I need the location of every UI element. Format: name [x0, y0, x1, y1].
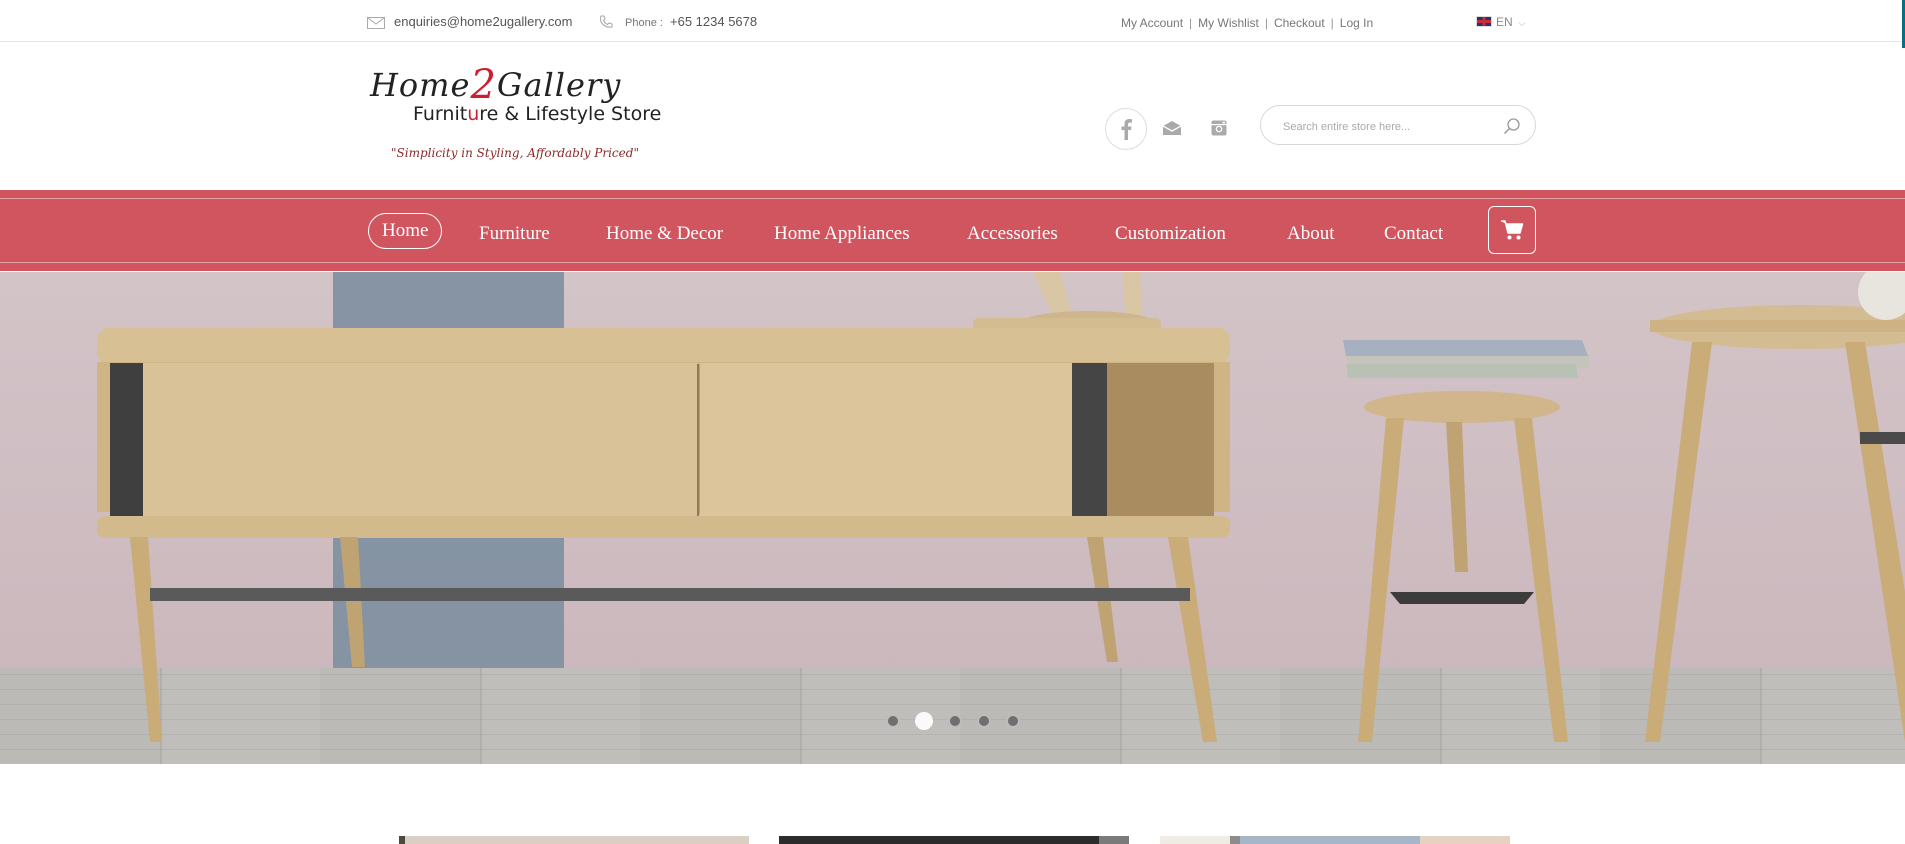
- slider-dot-4[interactable]: [977, 714, 991, 728]
- my-account-link[interactable]: My Account: [1121, 16, 1183, 30]
- nav-accessories[interactable]: Accessories: [967, 217, 1058, 251]
- chevron-down-icon: ⌵: [1518, 18, 1526, 28]
- cart-icon: [1501, 220, 1524, 240]
- account-links: My Account | My Wishlist | Checkout | Log In: [1121, 16, 1374, 30]
- language-code: EN: [1496, 15, 1513, 29]
- slider-dot-1[interactable]: [886, 714, 900, 728]
- contact-email[interactable]: enquiries@home2ugallery.com: [394, 14, 572, 29]
- slider-dot-3[interactable]: [948, 714, 962, 728]
- nav-customization[interactable]: Customization: [1115, 217, 1226, 251]
- cart-button[interactable]: [1488, 206, 1536, 254]
- nav-home-decor[interactable]: Home & Decor: [606, 217, 723, 251]
- featured-thumbnail-2[interactable]: [779, 836, 1129, 844]
- facebook-icon[interactable]: [1105, 108, 1147, 150]
- main-navigation: Home Furniture Home & Decor Home Applian…: [0, 190, 1905, 271]
- logo-subtitle: Furniture & Lifestyle Store: [413, 103, 662, 125]
- top-bar: enquiries@home2ugallery.com Phone : +65 …: [0, 0, 1905, 48]
- search-icon[interactable]: [1503, 117, 1521, 135]
- slider-dot-5[interactable]: [1006, 714, 1020, 728]
- phone-number: +65 1234 5678: [670, 14, 758, 29]
- phone-label: Phone :: [625, 17, 663, 29]
- logo-wordmark: Home2Gallery: [370, 62, 622, 108]
- nav-furniture[interactable]: Furniture: [479, 217, 550, 251]
- site-logo[interactable]: Home2Gallery Furniture & Lifestyle Store…: [368, 56, 668, 168]
- nav-home[interactable]: Home: [368, 213, 443, 249]
- search-input[interactable]: [1281, 116, 1495, 138]
- hero-image: [97, 272, 1905, 742]
- envelope-icon: [367, 17, 385, 29]
- featured-thumbnail-3[interactable]: [1160, 836, 1510, 844]
- search-box: [1260, 105, 1536, 145]
- phone-icon: [599, 15, 613, 28]
- checkout-link[interactable]: Checkout: [1274, 16, 1325, 30]
- logo-tagline: "Simplicity in Styling, Affordably Price…: [391, 146, 639, 160]
- language-selector[interactable]: EN ⌵: [1476, 15, 1526, 29]
- my-wishlist-link[interactable]: My Wishlist: [1198, 16, 1259, 30]
- nav-contact[interactable]: Contact: [1384, 217, 1443, 251]
- featured-thumbnail-1[interactable]: [399, 836, 749, 844]
- login-link[interactable]: Log In: [1340, 16, 1373, 30]
- uk-flag-icon: [1476, 16, 1492, 27]
- mail-icon[interactable]: [1152, 108, 1192, 148]
- hero-slider[interactable]: [0, 272, 1905, 764]
- slider-pagination: [886, 712, 1035, 730]
- slider-dot-2[interactable]: [915, 712, 933, 730]
- instagram-icon[interactable]: [1199, 108, 1239, 148]
- nav-about[interactable]: About: [1287, 217, 1335, 251]
- nav-home-appliances[interactable]: Home Appliances: [774, 217, 910, 251]
